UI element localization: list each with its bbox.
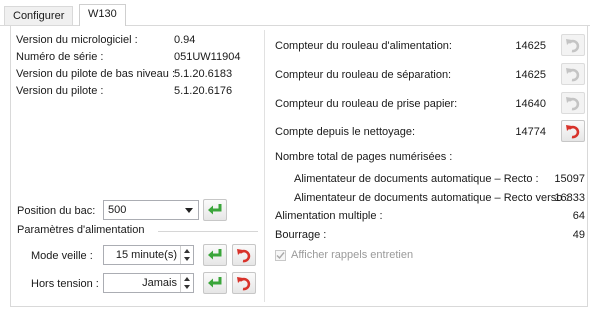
firmware-value: 0.94 — [174, 34, 196, 46]
lowlevel-driver-value: 5.1.20.6183 — [174, 68, 233, 80]
power-off-value: Jamais — [142, 277, 177, 289]
reset-separation-roller-button[interactable] — [561, 63, 585, 85]
pickup-roller-counter-value: 14640 — [515, 98, 546, 110]
apply-tray-button[interactable] — [203, 199, 227, 221]
checkbox-box[interactable] — [275, 249, 286, 261]
checkmark-icon — [276, 251, 285, 259]
adf-simplex-value: 15097 — [554, 173, 585, 185]
separation-roller-counter-label: Compteur du rouleau de séparation: — [275, 69, 452, 81]
tray-position-select[interactable]: 500 — [103, 200, 199, 220]
power-group-label: Paramètres d'alimentation — [17, 224, 145, 236]
adf-duplex-value: 16833 — [554, 192, 585, 204]
column-divider — [264, 30, 265, 302]
sleep-mode-stepper[interactable]: 15 minute(s) — [103, 245, 194, 265]
reset-pickup-roller-button[interactable] — [561, 92, 585, 114]
multifeed-value: 64 — [572, 210, 585, 222]
apply-sleep-button[interactable] — [203, 244, 227, 266]
spin-arrows-icon[interactable] — [180, 274, 193, 292]
feed-roller-counter-value: 14625 — [515, 40, 546, 52]
tray-position-value: 500 — [108, 204, 127, 216]
tab-bar: Configurer W130 — [0, 0, 590, 26]
reset-power-off-button[interactable] — [232, 272, 256, 294]
separation-roller-counter-value: 14625 — [515, 69, 546, 81]
grey-undo-icon — [566, 68, 580, 82]
grey-undo-icon — [566, 97, 580, 111]
reset-since-cleaning-button[interactable] — [561, 120, 585, 142]
red-undo-icon — [237, 249, 251, 263]
since-cleaning-counter-label: Compte depuis le nettoyage: — [275, 126, 416, 138]
green-check-arrow-icon — [208, 204, 222, 215]
driver-value: 5.1.20.6176 — [174, 85, 233, 97]
tab-w130[interactable]: W130 — [79, 4, 126, 26]
reset-sleep-button[interactable] — [232, 244, 256, 266]
apply-power-off-button[interactable] — [203, 272, 227, 294]
jam-value: 49 — [572, 229, 585, 241]
maintenance-reminder-checkbox[interactable]: Afficher rappels entretien — [275, 249, 413, 261]
since-cleaning-counter-value: 14774 — [515, 126, 546, 138]
pickup-roller-counter-label: Compteur du rouleau de prise papier: — [275, 98, 458, 110]
jam-label: Bourrage : — [275, 229, 327, 241]
sleep-mode-value: 15 minute(s) — [115, 249, 177, 261]
serial-value: 051UW11904 — [174, 51, 241, 63]
multifeed-label: Alimentation multiple : — [275, 210, 383, 222]
feed-roller-counter-label: Compteur du rouleau d'alimentation: — [275, 40, 452, 52]
power-off-label: Hors tension : — [31, 278, 99, 290]
total-pages-heading: Nombre total de pages numérisées : — [275, 151, 453, 163]
red-undo-icon — [237, 277, 251, 291]
maintenance-reminder-label: Afficher rappels entretien — [291, 249, 414, 261]
driver-label: Version du pilote : — [16, 85, 104, 97]
red-undo-icon — [566, 125, 580, 139]
grey-undo-icon — [566, 39, 580, 53]
adf-simplex-label: Alimentateur de documents automatique – … — [294, 173, 539, 185]
power-off-stepper[interactable]: Jamais — [103, 273, 194, 293]
reset-feed-roller-button[interactable] — [561, 34, 585, 56]
tray-position-label: Position du bac: — [17, 205, 96, 217]
green-check-arrow-icon — [208, 249, 222, 260]
lowlevel-driver-label: Version du pilote de bas niveau : — [16, 68, 176, 80]
power-group-divider — [158, 231, 258, 232]
green-check-arrow-icon — [208, 277, 222, 288]
sleep-mode-label: Mode veille : — [31, 250, 93, 262]
adf-duplex-label: Alimentateur de documents automatique – … — [294, 192, 569, 204]
serial-label: Numéro de série : — [16, 51, 104, 63]
tab-configurer[interactable]: Configurer — [4, 6, 74, 25]
firmware-label: Version du micrologiciel : — [16, 34, 138, 46]
chevron-down-icon — [185, 208, 193, 213]
spin-arrows-icon[interactable] — [180, 246, 193, 264]
